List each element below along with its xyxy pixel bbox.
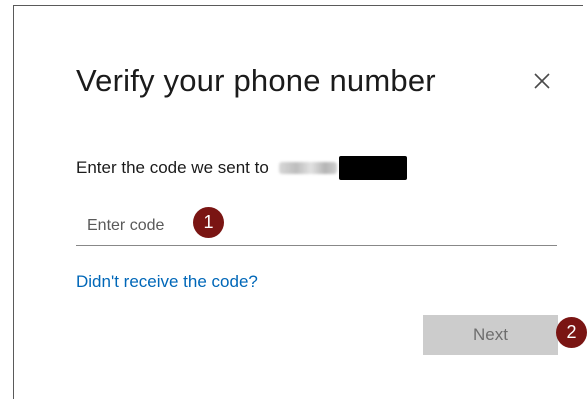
annotation-badge-1: 1 [193, 207, 224, 238]
redaction-box [338, 156, 407, 180]
next-button[interactable]: Next [423, 315, 558, 355]
dialog-title: Verify your phone number [76, 63, 436, 98]
verify-phone-dialog: Verify your phone number Enter the code … [13, 5, 587, 399]
close-icon [534, 73, 550, 89]
didnt-receive-code-link[interactable]: Didn't receive the code? [76, 272, 258, 292]
blurred-digits [278, 162, 337, 174]
code-input[interactable] [76, 206, 557, 246]
close-button[interactable] [531, 70, 555, 94]
masked-phone-number [278, 156, 407, 180]
annotation-badge-2: 2 [556, 317, 587, 348]
instruction-text: Enter the code we sent to [76, 158, 269, 177]
instruction-row: Enter the code we sent to [76, 156, 407, 180]
